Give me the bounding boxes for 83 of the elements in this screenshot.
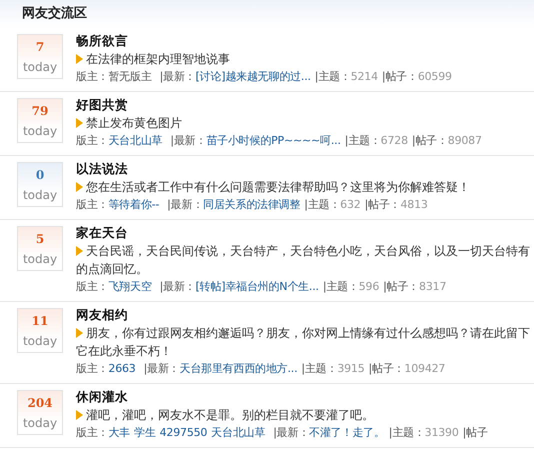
moderator-link[interactable]: 天台北山草 bbox=[108, 134, 162, 147]
moderator-link[interactable]: 2663 bbox=[108, 362, 136, 375]
forum-description: 天台民谣，天台民间传说，天台特产，天台特色小吃，天台风俗，以及一切天台特有 bbox=[86, 244, 530, 258]
today-label: today bbox=[22, 251, 58, 268]
today-label: today bbox=[22, 123, 58, 140]
forum-title[interactable]: 好图共赏 bbox=[76, 96, 534, 114]
topics-count: 632 bbox=[340, 198, 361, 211]
topics-count: 5214 bbox=[350, 70, 378, 83]
moderator-label: 版主： bbox=[76, 362, 108, 375]
moderator-label: 版主： bbox=[76, 134, 108, 147]
arrow-icon bbox=[76, 246, 83, 256]
forum-title[interactable]: 网友相约 bbox=[76, 306, 534, 324]
topics-label: |主题： bbox=[344, 134, 381, 147]
posts-label: |帖子： bbox=[412, 134, 448, 147]
posts-label: |帖子： bbox=[382, 70, 418, 83]
posts-count: 8317 bbox=[419, 280, 446, 293]
forum-title[interactable]: 畅所欲言 bbox=[76, 32, 534, 50]
posts-count: 89087 bbox=[448, 134, 482, 147]
moderator-link[interactable]: 天台北山草 bbox=[211, 426, 266, 439]
arrow-icon bbox=[76, 182, 83, 192]
latest-label: |最新： bbox=[170, 134, 206, 147]
moderator-label: 版主： bbox=[76, 198, 108, 211]
today-count: 204 bbox=[27, 395, 53, 412]
arrow-icon bbox=[76, 328, 83, 338]
topics-count: 6728 bbox=[380, 134, 408, 147]
today-label: today bbox=[22, 187, 58, 204]
topics-count: 596 bbox=[358, 280, 380, 293]
latest-post-link[interactable]: 不灌了！走了。 bbox=[309, 426, 385, 439]
today-count: 5 bbox=[36, 231, 44, 248]
latest-label: |最新： bbox=[273, 426, 310, 439]
topics-label: |主题： bbox=[388, 426, 425, 439]
today-count: 79 bbox=[32, 103, 48, 120]
latest-post-link[interactable]: [讨论]越来越无聊的过... bbox=[196, 70, 311, 83]
forum-description: 在法律的框架内理智地说事 bbox=[86, 52, 230, 66]
moderator-label: 版主： bbox=[76, 280, 108, 293]
latest-post-link[interactable]: [转帖]幸福台州的N个生... bbox=[196, 280, 319, 293]
forum-title[interactable]: 家在天台 bbox=[76, 224, 534, 242]
forum-description: 的点滴回忆。 bbox=[76, 262, 148, 276]
moderator-name: 暂无版主 bbox=[108, 70, 152, 83]
topics-count: 3915 bbox=[337, 362, 365, 375]
topics-count: 31390 bbox=[424, 426, 459, 439]
forum-description: 您在生活或者工作中有什么问题需要法律帮助吗？这里将为你解难答疑！ bbox=[86, 180, 470, 194]
today-label: today bbox=[22, 333, 58, 350]
moderator-label: 版主： bbox=[76, 70, 108, 83]
moderator-link[interactable]: 大丰 bbox=[108, 426, 130, 439]
moderator-link[interactable]: 学生 bbox=[134, 426, 156, 439]
posts-count: 4813 bbox=[400, 198, 428, 211]
today-label: today bbox=[22, 415, 58, 432]
latest-post-link[interactable]: 苗子小时候的PP~~~~呵... bbox=[206, 134, 341, 147]
latest-post-link[interactable]: 同居关系的法律调整 bbox=[203, 198, 300, 211]
topics-label: |主题： bbox=[314, 70, 351, 83]
forum-title[interactable]: 休闲灌水 bbox=[76, 388, 534, 406]
posts-label: |帖子： bbox=[364, 198, 400, 211]
posts-count: 109427 bbox=[404, 362, 446, 375]
latest-label: |最新： bbox=[144, 362, 180, 375]
forum-description: 灌吧，灌吧，网友水不是罪。别的栏目就不要灌了吧。 bbox=[86, 408, 374, 422]
arrow-icon bbox=[76, 54, 83, 64]
moderator-link[interactable]: 4297550 bbox=[160, 426, 208, 439]
today-count: 0 bbox=[36, 167, 44, 184]
topics-label: |主题： bbox=[322, 280, 359, 293]
forum-description: 朋友，你有过跟网友相约邂逅吗？朋友，你对网上情缘有过什么感想吗？请在此留下 bbox=[86, 326, 530, 340]
latest-label: |最新： bbox=[160, 70, 196, 83]
arrow-icon bbox=[76, 410, 83, 420]
arrow-icon bbox=[76, 118, 83, 128]
latest-post-link[interactable]: 天台那里有西西的地方... bbox=[180, 362, 298, 375]
moderator-label: 版主： bbox=[76, 426, 108, 439]
today-count: 7 bbox=[36, 39, 44, 56]
forum-title[interactable]: 以法说法 bbox=[76, 160, 534, 178]
today-label: today bbox=[22, 59, 58, 76]
posts-label: |帖子 bbox=[462, 426, 488, 439]
posts-label: |帖子： bbox=[383, 280, 420, 293]
posts-count: 60599 bbox=[418, 70, 452, 83]
forum-description: 它在此永垂不朽！ bbox=[76, 344, 172, 358]
topics-label: |主题： bbox=[304, 198, 340, 211]
section-title: 网友交流区 bbox=[22, 6, 87, 21]
latest-label: |最新： bbox=[167, 198, 204, 211]
forum-description: 禁止发布黄色图片 bbox=[86, 116, 182, 130]
moderator-link[interactable]: 等待着你-- bbox=[108, 198, 160, 211]
today-count: 11 bbox=[32, 313, 48, 330]
posts-label: |帖子： bbox=[368, 362, 404, 375]
topics-label: |主题： bbox=[301, 362, 338, 375]
moderator-link[interactable]: 飞翔天空 bbox=[108, 280, 152, 293]
latest-label: |最新： bbox=[160, 280, 196, 293]
